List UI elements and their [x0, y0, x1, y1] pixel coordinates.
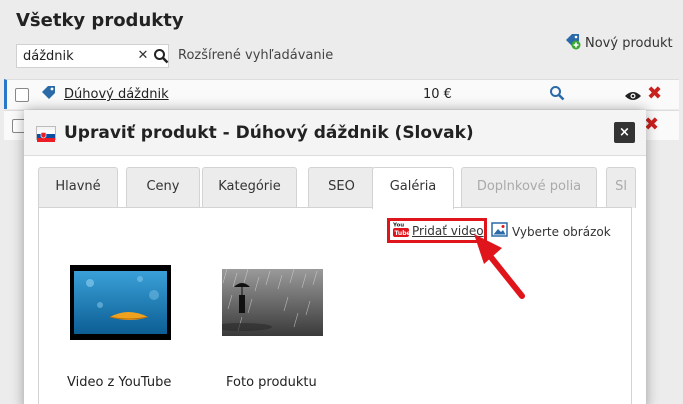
tab-seo[interactable]: SEO	[308, 167, 375, 208]
tab-galeria[interactable]: Galéria	[372, 167, 454, 209]
new-product-button[interactable]: Nový produkt	[564, 32, 673, 54]
search-box: ✕	[16, 44, 169, 68]
tab-more[interactable]: Sl	[606, 167, 636, 208]
svg-text:Tube: Tube	[395, 230, 410, 237]
close-icon[interactable]: ×	[614, 122, 635, 143]
delete-icon[interactable]: ✖	[644, 114, 659, 135]
edit-product-modal: Upraviť produkt - Dúhový dáždnik (Slovak…	[24, 110, 646, 404]
tag-icon	[41, 85, 57, 105]
modal-title: Upraviť produkt - Dúhový dáždnik (Slovak…	[64, 123, 474, 143]
product-price: 10 €	[423, 87, 452, 102]
slovak-flag-icon	[36, 126, 56, 142]
magnifier-icon[interactable]	[549, 85, 565, 105]
row-checkbox[interactable]	[15, 88, 29, 102]
youtube-video-thumbnail[interactable]	[70, 265, 171, 340]
tab-ceny[interactable]: Ceny	[126, 167, 200, 208]
search-icon[interactable]	[153, 48, 169, 64]
tab-hlavne[interactable]: Hlavné	[38, 167, 118, 208]
clear-icon[interactable]: ✕	[135, 48, 151, 64]
tab-doplnkove-polia[interactable]: Doplnkové polia	[461, 167, 597, 208]
advanced-search-link[interactable]: Rozšírené vyhľadávanie	[178, 48, 333, 63]
new-product-label: Nový produkt	[585, 35, 673, 51]
product-photo-thumbnail[interactable]	[212, 268, 323, 336]
youtube-icon: You Tube	[392, 221, 411, 240]
delete-icon[interactable]: ✖	[647, 83, 662, 104]
table-row: Dúhový dáždnik 10 € ✖	[4, 79, 679, 109]
product-name-link[interactable]: Dúhový dáždnik	[64, 87, 169, 102]
tab-kategorie[interactable]: Kategórie	[202, 167, 297, 208]
gallery-caption: Foto produktu	[226, 375, 317, 390]
svg-text:You: You	[393, 223, 404, 229]
arrow-annotation	[470, 228, 530, 307]
page-title: Všetky produkty	[16, 10, 184, 31]
add-tag-icon	[564, 32, 582, 54]
search-input[interactable]	[17, 45, 129, 68]
eye-icon[interactable]	[624, 87, 642, 106]
modal-header: Upraviť produkt - Dúhový dáždnik (Slovak…	[24, 110, 646, 156]
gallery-caption: Video z YouTube	[67, 375, 172, 390]
